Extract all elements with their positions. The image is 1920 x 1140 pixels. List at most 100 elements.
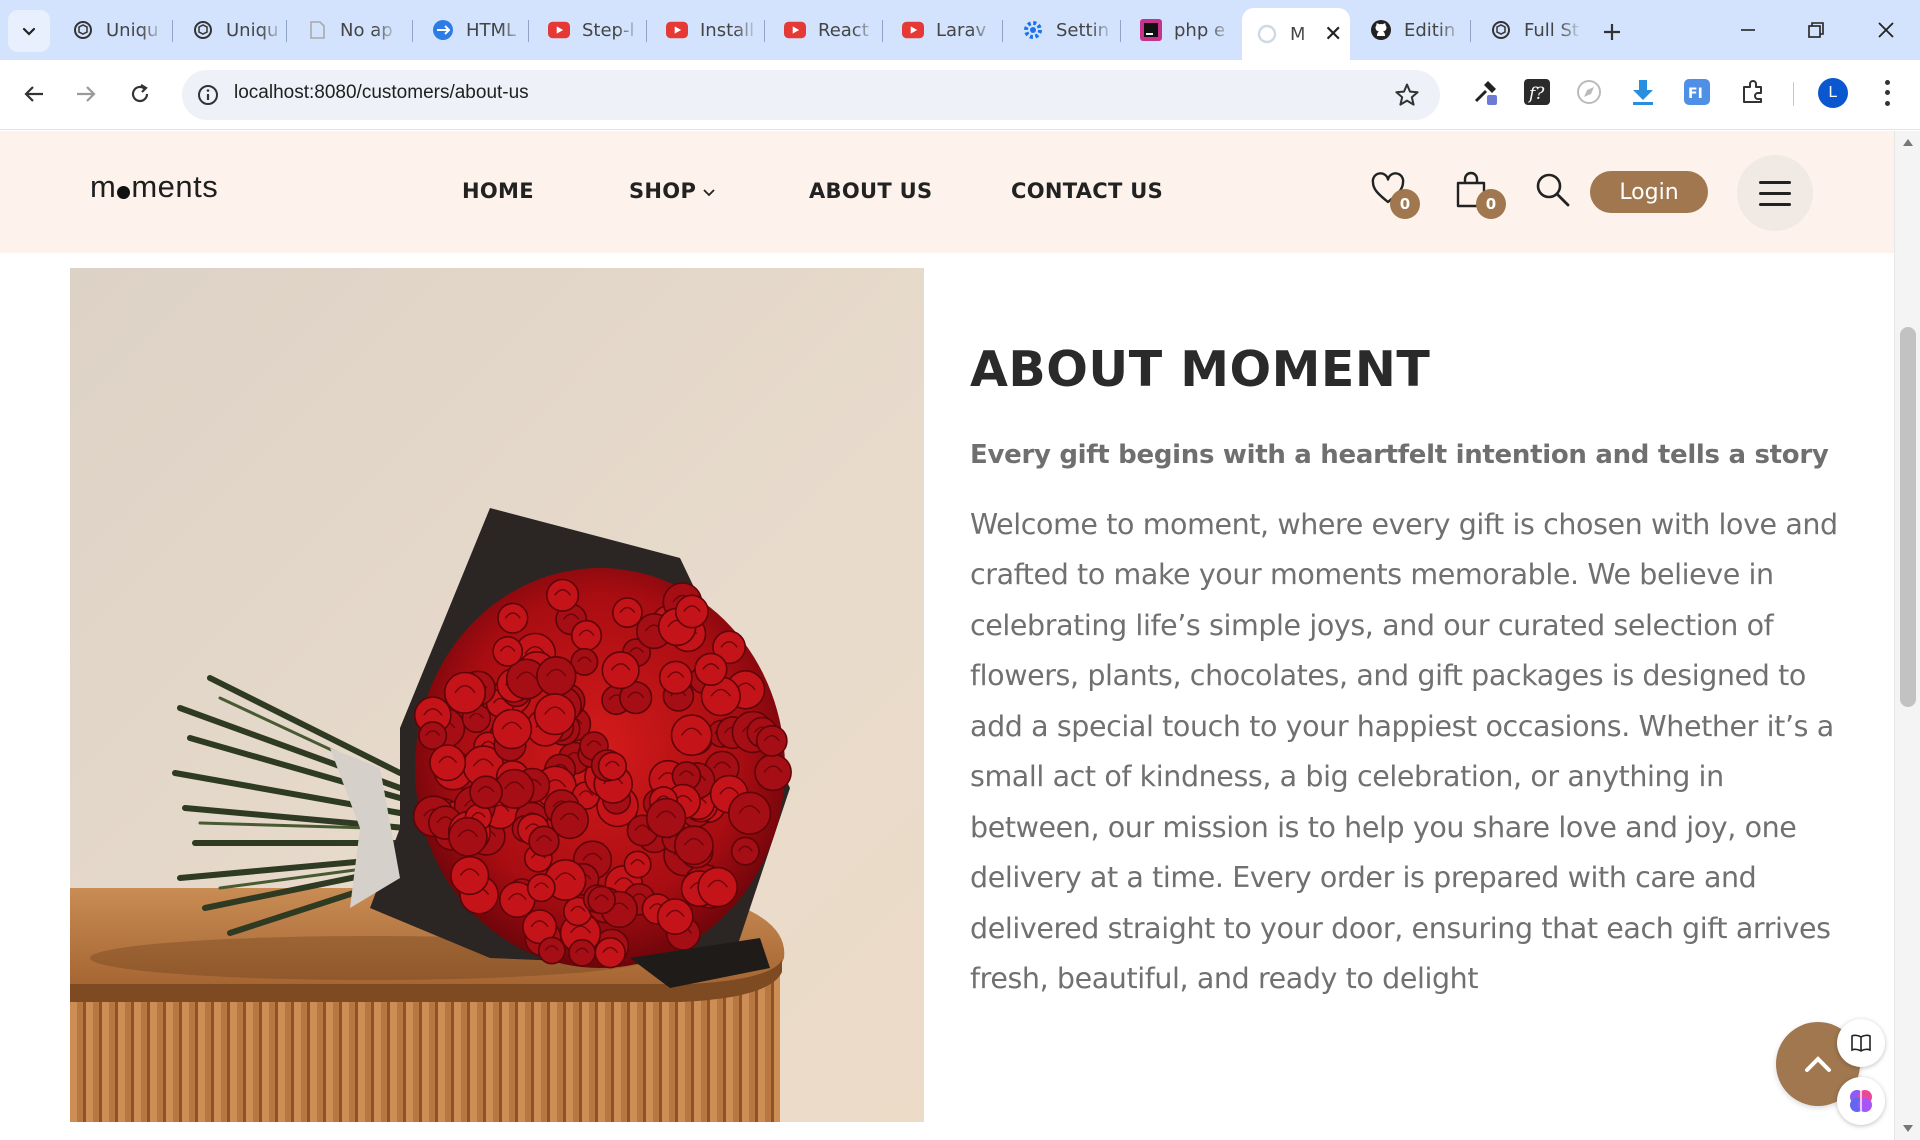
nav-home[interactable]: HOME bbox=[462, 179, 534, 203]
extension-compass-icon[interactable] bbox=[1574, 77, 1604, 107]
site-header: m ments HOME SHOP ABOUT US CONTACT US 0 0… bbox=[0, 131, 1894, 253]
tab-title: Full St bbox=[1524, 19, 1579, 41]
reload-button[interactable] bbox=[120, 74, 160, 114]
site-logo[interactable]: m ments bbox=[90, 169, 218, 205]
browser-tab[interactable]: Step-l bbox=[534, 8, 646, 52]
tab-separator bbox=[286, 20, 287, 42]
svg-text:FI: FI bbox=[1688, 86, 1703, 102]
rose-bouquet-illustration bbox=[70, 268, 924, 1122]
minimize-button[interactable] bbox=[1724, 10, 1772, 50]
browser-tab[interactable]: Uniqu bbox=[58, 8, 170, 52]
back-button[interactable] bbox=[14, 74, 54, 114]
ai-assistant-extension-button[interactable] bbox=[1837, 1077, 1885, 1125]
scroll-down-arrow-icon[interactable] bbox=[1903, 1125, 1913, 1132]
chevron-down-icon bbox=[703, 189, 715, 197]
browser-tab[interactable]: HTML bbox=[418, 8, 530, 52]
scrollbar-thumb[interactable] bbox=[1900, 327, 1916, 707]
page-viewport: m ments HOME SHOP ABOUT US CONTACT US 0 0… bbox=[0, 131, 1920, 1140]
browser-tab[interactable]: Settin bbox=[1008, 8, 1120, 52]
chevron-down-icon bbox=[22, 27, 36, 36]
new-tab-button[interactable] bbox=[1594, 14, 1630, 50]
scroll-up-arrow-icon[interactable] bbox=[1903, 139, 1913, 146]
logo-text-left: m bbox=[90, 169, 117, 204]
extension-fi-icon[interactable]: FI bbox=[1682, 77, 1712, 107]
reader-extension-button[interactable] bbox=[1837, 1019, 1885, 1067]
profile-avatar[interactable]: L bbox=[1818, 78, 1848, 108]
browser-tab[interactable]: React bbox=[770, 8, 882, 52]
extension-formula-icon[interactable]: f? bbox=[1522, 77, 1552, 107]
extension-eyedropper-icon[interactable] bbox=[1470, 77, 1500, 107]
tab-separator bbox=[412, 20, 413, 42]
tab-title: Step-l bbox=[582, 19, 635, 41]
extensions-puzzle-icon[interactable] bbox=[1738, 77, 1768, 107]
browser-tab[interactable]: No ap bbox=[292, 8, 404, 52]
about-hero-image bbox=[70, 268, 924, 1122]
tab-separator bbox=[1002, 20, 1003, 42]
tab-title: Editin bbox=[1404, 19, 1456, 41]
cart-button[interactable]: 0 bbox=[1454, 171, 1506, 219]
brain-icon bbox=[1850, 1090, 1872, 1112]
page-scrollbar[interactable] bbox=[1894, 131, 1920, 1140]
restore-button[interactable] bbox=[1792, 10, 1840, 50]
nav-shop[interactable]: SHOP bbox=[629, 179, 716, 203]
address-bar[interactable]: localhost:8080/customers/about-us bbox=[182, 70, 1440, 120]
cart-count-badge: 0 bbox=[1476, 189, 1506, 219]
search-button[interactable] bbox=[1534, 171, 1574, 211]
tab-title: Uniqu bbox=[226, 19, 279, 41]
browser-tab[interactable]: Full St bbox=[1476, 8, 1588, 52]
open-book-icon bbox=[1851, 1034, 1871, 1052]
close-tab-icon[interactable]: ✕ bbox=[1324, 22, 1342, 47]
about-subtitle: Every gift begins with a heartfelt inten… bbox=[970, 439, 1829, 470]
browser-tab-strip: Uniqu Uniqu No ap HTML Step-l Install React Lar… bbox=[0, 0, 1920, 60]
tab-title: php e bbox=[1174, 19, 1226, 41]
tab-title: M bbox=[1290, 23, 1306, 45]
forward-button[interactable] bbox=[66, 74, 106, 114]
browser-menu-icon[interactable] bbox=[1872, 77, 1902, 109]
tab-separator bbox=[1470, 20, 1471, 42]
url-host: localhost bbox=[234, 82, 309, 103]
browser-tab[interactable]: M ✕ bbox=[1242, 8, 1350, 60]
youtube-icon bbox=[902, 19, 924, 41]
tab-title: No ap bbox=[340, 19, 393, 41]
tab-separator bbox=[1120, 20, 1121, 42]
tab-title: Uniqu bbox=[106, 19, 159, 41]
wishlist-count-badge: 0 bbox=[1390, 189, 1420, 219]
nav-contact-us[interactable]: CONTACT US bbox=[1011, 179, 1163, 203]
tab-title: Install bbox=[700, 19, 755, 41]
browser-tab[interactable]: Install bbox=[652, 8, 764, 52]
extension-download-icon[interactable] bbox=[1628, 77, 1658, 107]
minimize-icon bbox=[1741, 29, 1755, 31]
loading-icon bbox=[1256, 23, 1278, 45]
nav-about-us[interactable]: ABOUT US bbox=[809, 179, 932, 203]
chatgpt-icon bbox=[192, 19, 214, 41]
browser-tab[interactable]: Editin bbox=[1356, 8, 1468, 52]
logo-text-right: ments bbox=[131, 169, 219, 204]
youtube-icon bbox=[784, 19, 806, 41]
site-info-icon[interactable] bbox=[196, 83, 220, 107]
hamburger-menu-button[interactable] bbox=[1737, 155, 1813, 231]
browser-tab[interactable]: php e bbox=[1126, 8, 1238, 52]
github-icon bbox=[1370, 19, 1392, 41]
login-button[interactable]: Login bbox=[1590, 171, 1708, 213]
browser-tab[interactable]: Larav bbox=[888, 8, 1000, 52]
nav-shop-label: SHOP bbox=[629, 179, 697, 203]
tab-search-button[interactable] bbox=[8, 10, 50, 52]
url-path: :8080/customers/about-us bbox=[309, 82, 529, 103]
close-icon bbox=[1878, 22, 1894, 38]
close-window-button[interactable] bbox=[1862, 10, 1910, 50]
about-title: ABOUT MOMENT bbox=[970, 341, 1431, 398]
wishlist-button[interactable]: 0 bbox=[1370, 171, 1420, 219]
tab-separator bbox=[764, 20, 765, 42]
browser-toolbar: localhost:8080/customers/about-us f? FI … bbox=[0, 60, 1920, 130]
gear-icon bbox=[1022, 19, 1044, 41]
url-text[interactable]: localhost:8080/customers/about-us bbox=[234, 82, 529, 104]
bookmark-star-icon[interactable] bbox=[1394, 82, 1420, 108]
tab-title: Larav bbox=[936, 19, 987, 41]
chevron-up-icon bbox=[1805, 1056, 1831, 1072]
browser-tab[interactable]: Uniqu bbox=[178, 8, 290, 52]
tab-separator bbox=[528, 20, 529, 42]
tab-title: React bbox=[818, 19, 869, 41]
tab-separator bbox=[172, 20, 173, 42]
phpstorm-icon bbox=[1140, 19, 1162, 41]
arrow-right-icon bbox=[77, 86, 96, 102]
